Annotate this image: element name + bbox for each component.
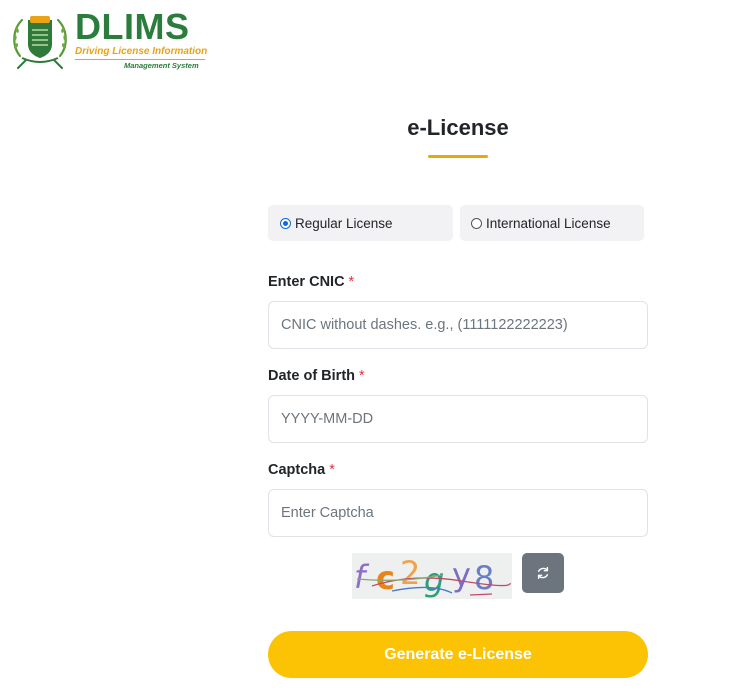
generate-e-license-button[interactable]: Generate e-License [268,631,648,678]
logo-subtitle: Driving License Information [75,46,208,57]
required-mark: * [359,368,365,384]
radio-button-selected[interactable] [280,217,291,229]
captcha-label-text: Captcha [268,462,326,478]
logo-subtitle-secondary: Management System [124,61,199,70]
captcha-label: Captcha * [268,462,335,478]
captcha-input[interactable] [268,489,648,537]
required-mark: * [348,274,355,290]
dob-label-text: Date of Birth [268,368,355,384]
captcha-graphic: f c 2 g y 8 [352,553,512,599]
svg-text:8: 8 [474,559,494,597]
page-title: e-License [407,115,509,140]
title-underline [428,155,488,158]
refresh-icon [537,566,549,580]
captcha-image: f c 2 g y 8 [352,553,512,599]
radio-label-international: International License [486,215,611,231]
cnic-input[interactable] [268,301,648,349]
radio-button-unselected[interactable] [471,217,482,229]
svg-text:2: 2 [400,554,420,592]
svg-text:g: g [424,561,444,599]
refresh-captcha-button[interactable] [522,553,564,593]
radio-international-license[interactable]: International License [460,205,644,241]
punjab-emblem-icon [13,16,67,69]
cnic-label: Enter CNIC * [268,274,354,290]
logo-divider [75,59,205,60]
radio-regular-license[interactable]: Regular License [268,205,453,241]
cnic-label-text: Enter CNIC [268,274,345,290]
dob-label: Date of Birth * [268,368,365,384]
radio-label-regular: Regular License [295,215,393,231]
required-mark: * [329,462,335,478]
svg-text:y: y [452,556,471,594]
date-of-birth-input[interactable] [268,395,648,443]
logo-title: DLIMS [75,6,190,47]
site-logo[interactable]: DLIMS Driving License Information Manage… [8,6,213,72]
